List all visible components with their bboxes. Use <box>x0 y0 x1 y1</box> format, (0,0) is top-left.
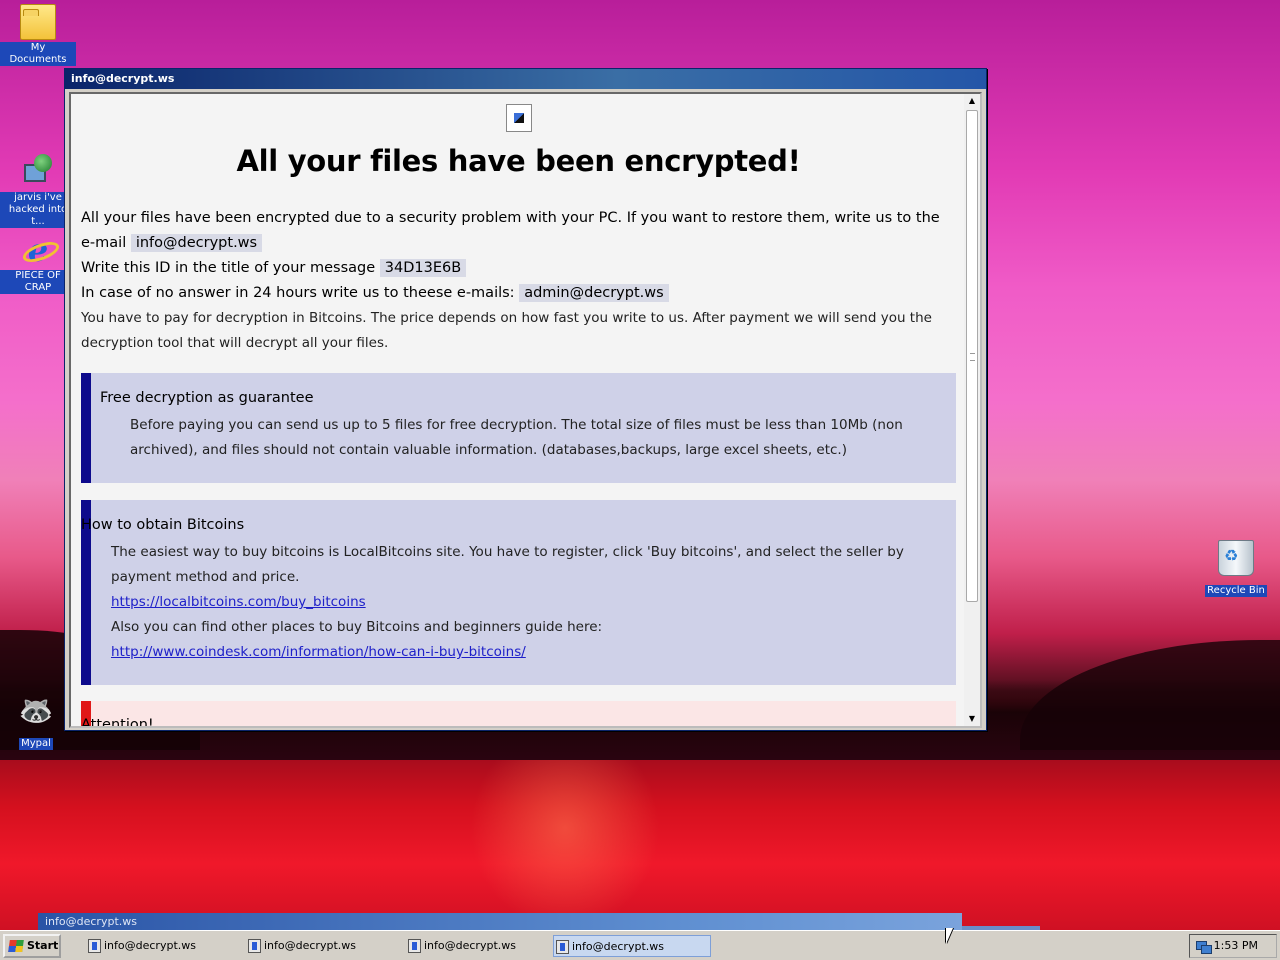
desktop-icon-label: Recycle Bin <box>1205 585 1267 597</box>
guarantee-section: Free decryption as guarantee Before payi… <box>81 373 956 483</box>
bitcoins-section: How to obtain Bitcoins The easiest way t… <box>81 500 956 685</box>
taskbar-button-label: info@decrypt.ws <box>104 939 196 952</box>
network-computer-icon <box>20 154 56 190</box>
window-client-area: All your files have been encrypted! All … <box>69 92 982 728</box>
taskbar-button[interactable]: info@decrypt.ws <box>86 935 244 957</box>
folder-icon <box>20 4 56 40</box>
internet-explorer-icon: e <box>20 232 56 268</box>
bitcoins-title: How to obtain Bitcoins <box>81 517 245 533</box>
system-tray: 1:53 PM <box>1189 934 1277 958</box>
intro-line-3: In case of no answer in 24 hours write u… <box>81 285 515 301</box>
contact-email: info@decrypt.ws <box>130 234 263 252</box>
bitcoins-text-2: Also you can find other places to buy Bi… <box>111 619 603 635</box>
desktop-icon-mypal[interactable]: 🦝 Mypal <box>0 693 74 750</box>
taskbar-button-active[interactable]: info@decrypt.ws <box>553 935 711 957</box>
recycle-bin-icon <box>1218 540 1254 576</box>
note-intro: All your files have been encrypted due t… <box>81 206 956 356</box>
taskbar-button-label: info@decrypt.ws <box>264 939 356 952</box>
victim-id: 34D13E6B <box>379 259 467 277</box>
taskbar-button[interactable]: info@decrypt.ws <box>406 935 564 957</box>
bitcoins-body: The easiest way to buy bitcoins is Local… <box>91 540 956 665</box>
coindesk-link[interactable]: http://www.coindesk.com/information/how-… <box>111 644 526 660</box>
app-icon <box>248 939 261 953</box>
ransom-note-window[interactable]: info@decrypt.ws All your files have been… <box>64 68 987 731</box>
localbitcoins-link[interactable]: https://localbitcoins.com/buy_bitcoins <box>111 594 366 610</box>
bitcoins-text: The easiest way to buy bitcoins is Local… <box>111 544 904 585</box>
background-window-titlebar[interactable]: info@decrypt.ws <box>38 913 962 931</box>
app-icon <box>408 939 421 953</box>
intro-line-2: Write this ID in the title of your messa… <box>81 260 376 276</box>
attention-section: Attention! <box>81 701 956 726</box>
desktop-icon-recycle-bin[interactable]: Recycle Bin <box>1198 540 1274 597</box>
intro-line-4: You have to pay for decryption in Bitcoi… <box>81 310 932 351</box>
scroll-thumb[interactable] <box>966 110 978 602</box>
mouse-cursor-icon <box>946 928 953 944</box>
taskbar-button-label: info@decrypt.ws <box>424 939 516 952</box>
start-button[interactable]: Start <box>3 934 61 958</box>
network-icon[interactable] <box>1196 939 1212 954</box>
app-icon <box>556 940 569 954</box>
clock[interactable]: 1:53 PM <box>1214 939 1258 952</box>
scroll-up-arrow-icon[interactable]: ▲ <box>964 94 980 108</box>
scroll-down-arrow-icon[interactable]: ▼ <box>964 712 980 726</box>
app-icon <box>88 939 101 953</box>
desktop-icon-label: Mypal <box>19 738 53 750</box>
note-heading: All your files have been encrypted! <box>236 144 801 178</box>
broken-image-icon <box>505 104 532 132</box>
sun-reflection <box>470 760 660 930</box>
mypal-raccoon-icon: 🦝 <box>18 694 54 727</box>
taskbar-button[interactable]: info@decrypt.ws <box>246 935 404 957</box>
window-titlebar[interactable]: info@decrypt.ws <box>65 69 986 89</box>
desktop-icon-my-documents[interactable]: My Documents <box>0 4 76 66</box>
desktop-icon-label: My Documents <box>0 42 76 66</box>
start-label: Start <box>27 939 59 952</box>
attention-title: Attention! <box>81 717 154 726</box>
note-content: All your files have been encrypted! All … <box>71 94 966 726</box>
guarantee-title: Free decryption as guarantee <box>100 390 314 406</box>
backup-email: admin@decrypt.ws <box>519 284 669 302</box>
windows-logo-icon <box>8 940 24 952</box>
hill-right <box>1020 640 1280 750</box>
guarantee-body: Before paying you can send us up to 5 fi… <box>130 417 903 458</box>
vertical-scrollbar[interactable]: ▲ ▼ <box>964 94 980 726</box>
taskbar-button-label: info@decrypt.ws <box>572 940 664 953</box>
taskbar: Start info@decrypt.ws info@decrypt.ws in… <box>0 930 1280 960</box>
